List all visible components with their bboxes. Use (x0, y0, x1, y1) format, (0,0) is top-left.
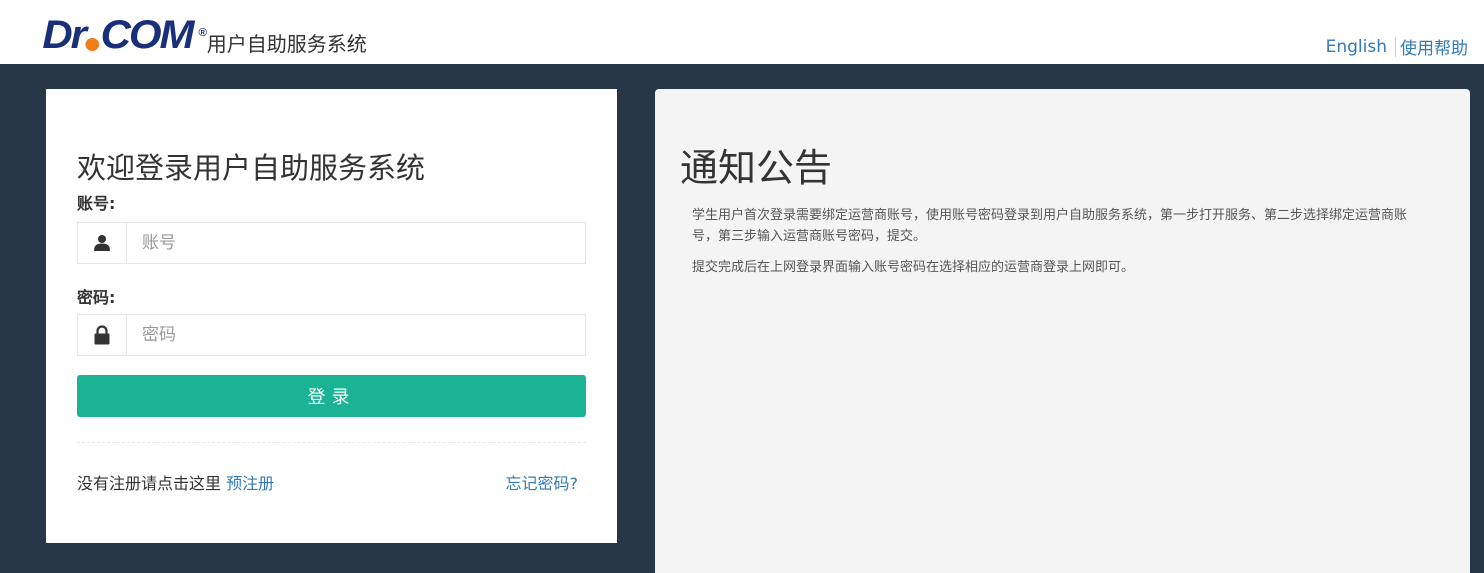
notice-title: 通知公告 (680, 146, 833, 190)
english-link[interactable]: English (1326, 37, 1387, 57)
register-prompt: 没有注册请点击这里 (77, 474, 222, 493)
system-name: 用户自助服务系统 (206, 32, 367, 56)
notice-panel: 通知公告 学生用户首次登录需要绑定运营商账号，使用账号密码登录到用户自助服务系统… (655, 89, 1470, 573)
top-header: Dr COM ® 用户自助服务系统 English 使用帮助 (0, 0, 1484, 64)
notice-paragraph: 提交完成后在上网登录界面输入账号密码在选择相应的运营商登录上网即可。 (692, 260, 1135, 275)
login-panel: 欢迎登录用户自助服务系统 账号: 密码: 登录 没有注册请点击这里 预注册 忘记… (46, 89, 617, 543)
top-links: English 使用帮助 (1326, 34, 1468, 59)
lock-icon (78, 315, 127, 355)
logo-text-right: COM (100, 13, 195, 57)
account-label: 账号: (77, 194, 116, 213)
password-input[interactable] (127, 315, 585, 355)
user-icon (78, 223, 127, 263)
password-input-group (77, 314, 586, 356)
account-input[interactable] (127, 223, 585, 263)
help-link[interactable]: 使用帮助 (1400, 34, 1468, 59)
notice-body: 学生用户首次登录需要绑定运营商账号，使用账号密码登录到用户自助服务系统，第一步打… (692, 205, 1432, 288)
login-title: 欢迎登录用户自助服务系统 (77, 151, 426, 185)
logo-dot (85, 38, 100, 51)
drcom-logo: Dr COM ® 用户自助服务系统 (42, 15, 367, 56)
link-separator (1395, 36, 1396, 57)
logo-text-left: Dr (42, 13, 87, 57)
pre-register-link[interactable]: 预注册 (226, 474, 274, 493)
account-input-group (77, 222, 586, 264)
notice-paragraph: 学生用户首次登录需要绑定运营商账号，使用账号密码登录到用户自助服务系统，第一步打… (692, 208, 1408, 244)
register-prompt-row: 没有注册请点击这里 预注册 (77, 470, 274, 494)
divider (77, 442, 586, 443)
logo-mark: Dr COM ® (42, 13, 207, 57)
password-label: 密码: (77, 288, 116, 307)
forgot-password-link[interactable]: 忘记密码? (506, 470, 579, 494)
login-button[interactable]: 登录 (77, 375, 586, 417)
logo-registered-mark: ® (198, 27, 208, 39)
